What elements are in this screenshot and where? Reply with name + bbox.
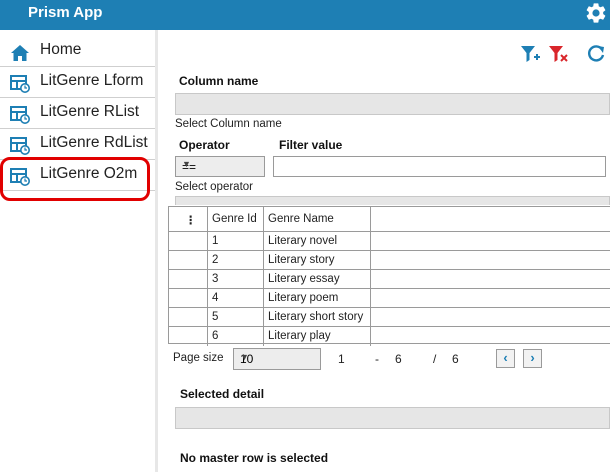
cell-text: 3: [212, 273, 219, 285]
column-menu-icon: ⋮: [185, 215, 197, 227]
page-range-slash: /: [433, 352, 437, 366]
table-row[interactable]: 6 Literary play: [169, 327, 610, 346]
chevron-left-icon: ‹: [503, 350, 508, 365]
sidebar-item-litgenre-rlist[interactable]: LitGenre RList: [0, 98, 155, 129]
page-range-to: 6: [395, 352, 402, 366]
sidebar: Home LitGenre Lform LitGenre RList LitGe…: [0, 30, 158, 472]
main-content: Column name Select Column name Operator …: [161, 30, 610, 472]
operator-label: Operator: [179, 138, 230, 152]
genre-id-cell: 4: [208, 289, 264, 307]
data-grid: ⋮ Genre Id Genre Name 1 Literary novel 2…: [168, 206, 610, 346]
genre-name-cell: Literary story: [264, 251, 371, 269]
sidebar-item-litgenre-lform[interactable]: LitGenre Lform: [0, 67, 155, 98]
cell-text: Literary novel: [268, 235, 338, 247]
cell-text: 5: [212, 311, 219, 323]
sidebar-item-label: Home: [40, 41, 82, 58]
selection-highlight-outline: [0, 157, 150, 201]
cell-text: 4: [212, 292, 219, 304]
next-page-button[interactable]: ›: [523, 349, 542, 368]
sidebar-item-label: LitGenre Lform: [40, 72, 144, 89]
row-selector-cell[interactable]: [169, 327, 208, 346]
table-refresh-icon: [10, 106, 30, 124]
genre-id-cell: 1: [208, 232, 264, 250]
genre-name-cell: Literary essay: [264, 270, 371, 288]
filter-value-input[interactable]: [273, 156, 606, 177]
column-header-genre-name[interactable]: Genre Name: [264, 207, 371, 231]
page-total: 6: [452, 352, 459, 366]
row-selector-cell[interactable]: [169, 270, 208, 288]
operator-hint: Select operator: [175, 181, 253, 193]
column-header-label: Genre Name: [268, 213, 334, 225]
cell-text: Literary short story: [268, 311, 364, 323]
sidebar-item-home[interactable]: Home: [0, 36, 155, 67]
column-header-label: Genre Id: [212, 213, 257, 225]
cell-text: Literary play: [268, 330, 331, 342]
genre-id-cell: 6: [208, 327, 264, 346]
row-selector-cell[interactable]: [169, 251, 208, 269]
app-header: Prism App: [0, 0, 610, 30]
row-selector-cell[interactable]: [169, 289, 208, 307]
page-range-from: 1: [338, 352, 345, 366]
filter-value-label: Filter value: [279, 138, 343, 152]
chevron-right-icon: ›: [530, 350, 535, 365]
cell-text: 1: [212, 235, 219, 247]
genre-name-cell: Literary short story: [264, 308, 371, 326]
table-refresh-icon: [10, 75, 30, 93]
clear-filter-icon[interactable]: [547, 43, 569, 65]
refresh-icon[interactable]: [585, 43, 607, 65]
sidebar-item-litgenre-rdlist[interactable]: LitGenre RdList: [0, 129, 155, 160]
genre-name-cell: Literary novel: [264, 232, 371, 250]
table-refresh-icon: [10, 137, 30, 155]
table-row[interactable]: 3 Literary essay: [169, 270, 610, 289]
row-selector-cell[interactable]: [169, 232, 208, 250]
table-row[interactable]: 2 Literary story: [169, 251, 610, 270]
genre-name-cell: Literary poem: [264, 289, 371, 307]
prev-page-button[interactable]: ‹: [496, 349, 515, 368]
column-name-label: Column name: [179, 74, 259, 88]
table-row[interactable]: 1 Literary novel: [169, 232, 610, 251]
grid-top-strip: [175, 196, 610, 205]
table-row[interactable]: 5 Literary short story: [169, 308, 610, 327]
genre-name-cell: Literary play: [264, 327, 371, 346]
column-header-genre-id[interactable]: Genre Id: [208, 207, 264, 231]
grid-menu-cell[interactable]: ⋮: [169, 207, 208, 231]
gear-icon[interactable]: [584, 1, 608, 25]
genre-id-cell: 5: [208, 308, 264, 326]
sidebar-item-label: LitGenre RList: [40, 103, 140, 120]
cell-text: 2: [212, 254, 219, 266]
no-master-row-message: No master row is selected: [180, 451, 329, 465]
app-title: Prism App: [28, 4, 103, 21]
selected-detail-bar: [175, 407, 610, 429]
column-name-select[interactable]: [175, 93, 610, 115]
chevron-down-icon: ▼: [182, 159, 191, 169]
sidebar-item-label: LitGenre RdList: [40, 134, 148, 151]
column-name-hint: Select Column name: [175, 118, 282, 130]
page-range-dash: -: [375, 352, 379, 366]
cell-text: Literary poem: [268, 292, 339, 304]
chevron-down-icon: ▼: [240, 352, 249, 362]
cell-text: 6: [212, 330, 219, 342]
home-icon: [11, 45, 29, 61]
page-size-select[interactable]: 10 ▼: [233, 348, 321, 370]
add-filter-icon[interactable]: [519, 43, 541, 65]
pager: Page size 10 ▼ 1 - 6 / 6 ‹ ›: [161, 346, 610, 372]
table-row[interactable]: 4 Literary poem: [169, 289, 610, 308]
selected-detail-title: Selected detail: [180, 387, 265, 401]
page-size-label: Page size: [173, 352, 224, 364]
row-selector-cell[interactable]: [169, 308, 208, 326]
grid-header-row: ⋮ Genre Id Genre Name: [169, 207, 610, 232]
genre-id-cell: 3: [208, 270, 264, 288]
genre-id-cell: 2: [208, 251, 264, 269]
cell-text: Literary story: [268, 254, 335, 266]
operator-select[interactable]: == ▼: [175, 156, 265, 177]
cell-text: Literary essay: [268, 273, 340, 285]
